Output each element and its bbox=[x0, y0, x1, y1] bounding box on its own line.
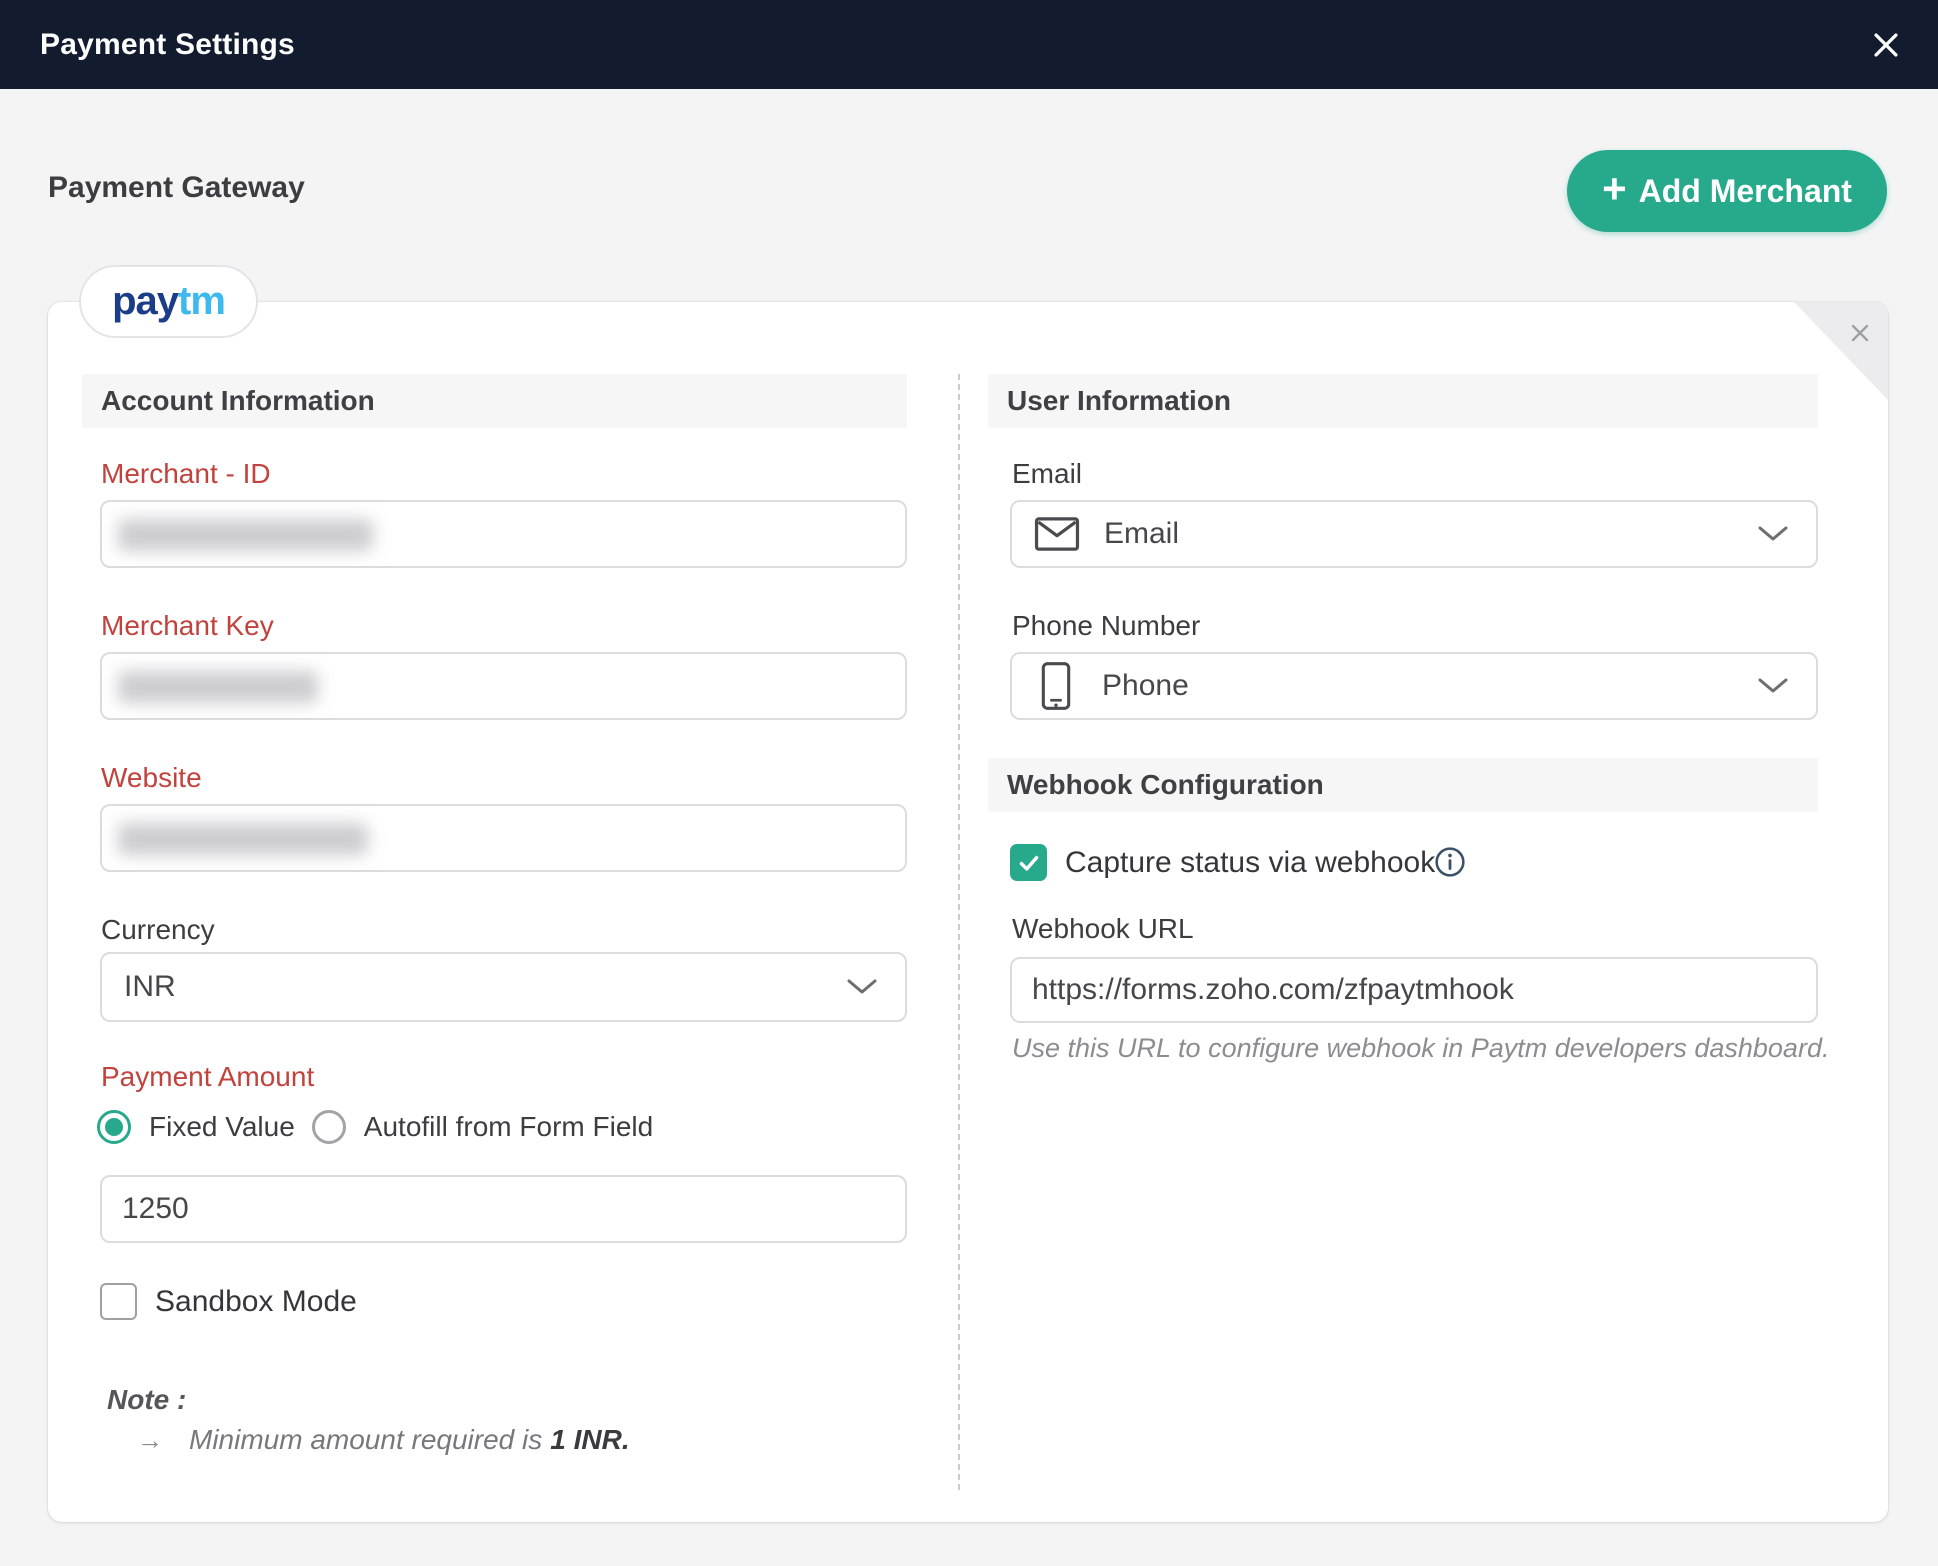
capture-status-row: Capture status via webhook bbox=[1010, 844, 1435, 881]
merchant-id-input[interactable] bbox=[100, 500, 907, 568]
remove-gateway-button[interactable] bbox=[1845, 318, 1875, 348]
phone-selected-value: Phone bbox=[1102, 669, 1189, 702]
payment-settings-modal: Payment Settings Payment Gateway + Add M… bbox=[0, 0, 1938, 1566]
email-selected-value: Email bbox=[1104, 517, 1180, 550]
note-item: → Minimum amount required is 1 INR. bbox=[137, 1424, 630, 1456]
tab-paytm[interactable]: paytm bbox=[79, 265, 258, 338]
payment-amount-value: 1250 bbox=[122, 1192, 189, 1225]
sandbox-mode-label[interactable]: Sandbox Mode bbox=[155, 1285, 357, 1319]
merchant-key-label: Merchant Key bbox=[101, 610, 274, 641]
masked-merchant-key-value bbox=[118, 671, 318, 703]
close-icon bbox=[1848, 321, 1872, 345]
webhook-configuration-section-header: Webhook Configuration bbox=[988, 758, 1818, 812]
add-merchant-label: Add Merchant bbox=[1638, 172, 1852, 209]
webhook-info-button[interactable] bbox=[1434, 846, 1466, 878]
webhook-url-input[interactable]: https://forms.zoho.com/zfpaytmhook bbox=[1010, 957, 1818, 1023]
phone-number-label: Phone Number bbox=[1012, 610, 1201, 641]
mail-icon bbox=[1034, 516, 1080, 552]
user-information-section-header: User Information bbox=[988, 374, 1818, 428]
arrow-right-icon: → bbox=[137, 1424, 163, 1455]
info-icon bbox=[1434, 846, 1466, 878]
webhook-url-helper: Use this URL to configure webhook in Pay… bbox=[1012, 1033, 1830, 1063]
phone-field-select[interactable]: Phone bbox=[1010, 652, 1818, 720]
plus-icon: + bbox=[1602, 165, 1627, 212]
website-input[interactable] bbox=[100, 804, 907, 872]
fixed-value-radio-label[interactable]: Fixed Value bbox=[149, 1111, 295, 1143]
webhook-url-label: Webhook URL bbox=[1012, 913, 1194, 944]
page-title: Payment Gateway bbox=[48, 171, 305, 204]
paytm-gateway-card: Account Information Merchant - ID Mercha… bbox=[48, 302, 1888, 1522]
email-field-select[interactable]: Email bbox=[1010, 500, 1818, 568]
modal-header: Payment Settings bbox=[0, 0, 1938, 89]
merchant-key-input[interactable] bbox=[100, 652, 907, 720]
close-icon bbox=[1869, 28, 1903, 62]
masked-merchant-id-value bbox=[118, 519, 373, 551]
webhook-url-value: https://forms.zoho.com/zfpaytmhook bbox=[1032, 973, 1514, 1006]
note-strong: 1 INR. bbox=[550, 1424, 630, 1455]
column-divider bbox=[958, 374, 960, 1490]
sandbox-mode-row: Sandbox Mode bbox=[100, 1283, 357, 1320]
chevron-down-icon bbox=[1756, 676, 1790, 696]
add-merchant-button[interactable]: + Add Merchant bbox=[1567, 150, 1887, 232]
currency-select[interactable]: INR bbox=[100, 952, 907, 1022]
note-text: Minimum amount required is bbox=[189, 1424, 543, 1455]
payment-amount-label: Payment Amount bbox=[101, 1061, 315, 1092]
autofill-radio-label[interactable]: Autofill from Form Field bbox=[364, 1111, 653, 1143]
masked-website-value bbox=[118, 823, 368, 855]
website-label: Website bbox=[101, 762, 202, 793]
account-information-section-header: Account Information bbox=[82, 374, 907, 428]
currency-label: Currency bbox=[101, 914, 215, 945]
merchant-id-label: Merchant - ID bbox=[101, 458, 271, 489]
chevron-down-icon bbox=[845, 977, 879, 997]
modal-close-button[interactable] bbox=[1868, 27, 1904, 63]
capture-status-checkbox[interactable] bbox=[1010, 844, 1047, 881]
currency-value: INR bbox=[124, 970, 176, 1003]
email-label: Email bbox=[1012, 458, 1083, 489]
payment-amount-radio-group: Fixed Value Autofill from Form Field bbox=[97, 1110, 670, 1144]
capture-status-label[interactable]: Capture status via webhook bbox=[1065, 846, 1435, 880]
modal-title: Payment Settings bbox=[40, 27, 295, 61]
note-title: Note : bbox=[107, 1384, 187, 1415]
fixed-value-radio[interactable] bbox=[97, 1110, 131, 1144]
autofill-radio[interactable] bbox=[311, 1110, 346, 1144]
chevron-down-icon bbox=[1756, 524, 1790, 544]
phone-icon bbox=[1040, 661, 1072, 711]
sandbox-mode-checkbox[interactable] bbox=[100, 1283, 137, 1320]
payment-amount-input[interactable]: 1250 bbox=[100, 1175, 907, 1243]
paytm-logo: paytm bbox=[112, 279, 226, 323]
